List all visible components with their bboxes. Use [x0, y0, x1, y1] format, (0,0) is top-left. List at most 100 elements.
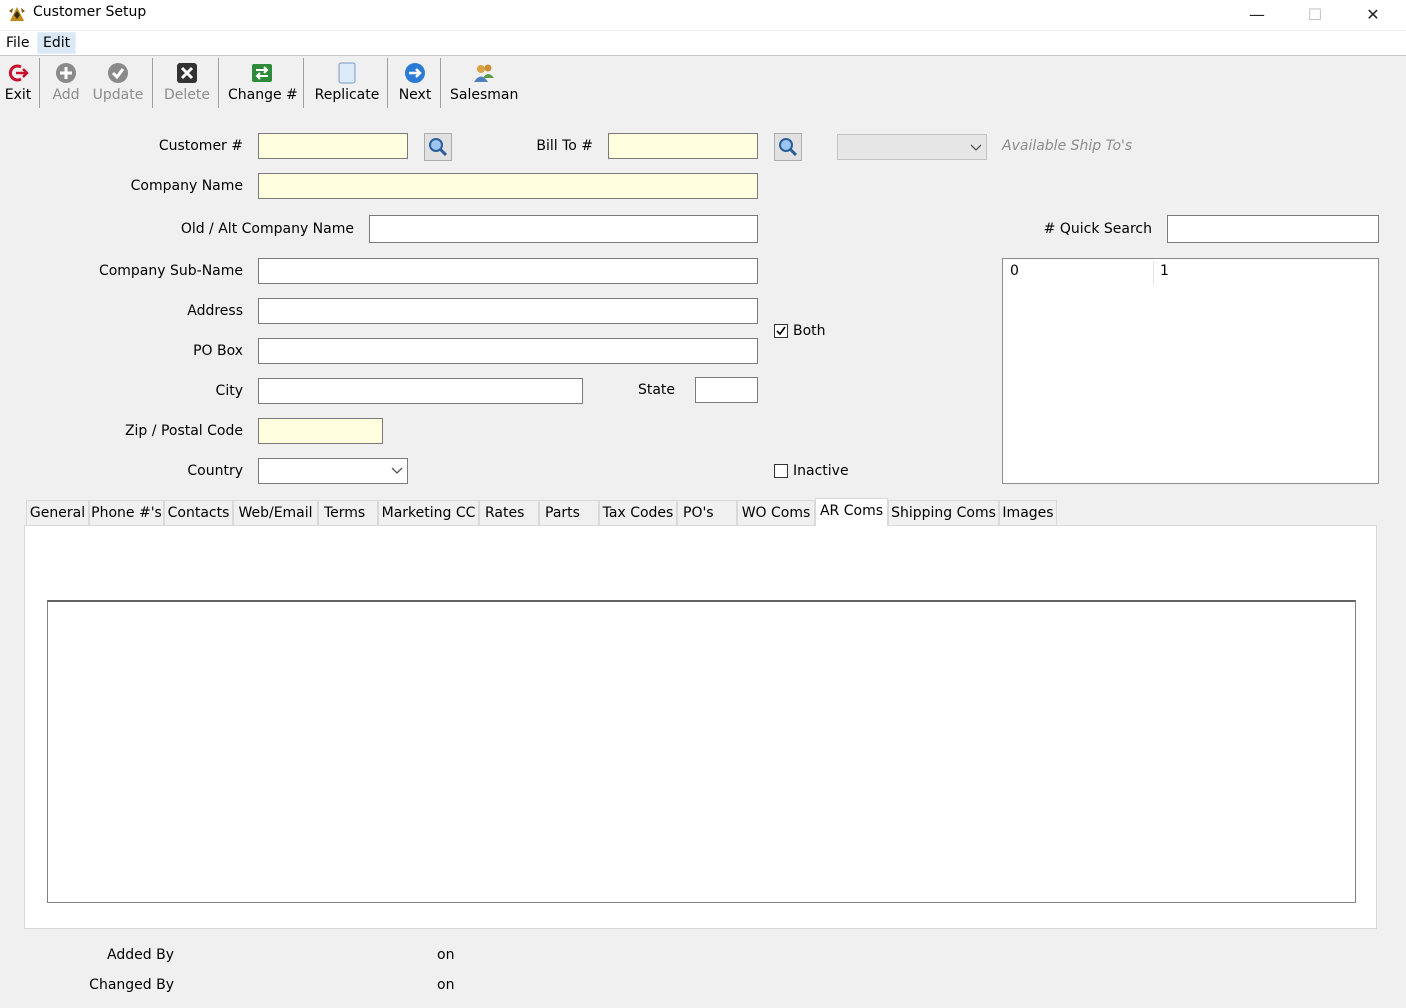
toolbar-separator — [39, 58, 40, 108]
exit-label: Exit — [4, 87, 32, 103]
maximize-icon: ☐ — [1307, 4, 1323, 24]
exit-button[interactable]: Exit — [2, 60, 34, 108]
delete-button[interactable]: Delete — [162, 60, 212, 108]
toolbar-separator — [152, 58, 153, 108]
replicate-label: Replicate — [314, 87, 380, 103]
users-icon — [474, 64, 494, 82]
list-column-header: 1 — [1160, 263, 1169, 279]
title-bar — [0, 0, 1406, 30]
replicate-button[interactable]: Replicate — [313, 60, 381, 108]
quick-search-label: # Quick Search — [1043, 221, 1152, 237]
update-button[interactable]: Update — [92, 60, 144, 108]
menu-bar — [0, 31, 1406, 56]
toolbar-separator — [440, 58, 441, 108]
tab-tax-codes[interactable]: Tax Codes — [599, 500, 677, 525]
toolbar-separator — [303, 58, 304, 108]
old-alt-company-label: Old / Alt Company Name — [180, 221, 354, 237]
checkmark-icon — [776, 326, 786, 336]
tab-general[interactable]: General — [26, 500, 89, 525]
ship-to-dropdown[interactable] — [837, 134, 987, 160]
chevron-down-icon — [391, 467, 403, 474]
zip-label: Zip / Postal Code — [124, 423, 243, 439]
ship-to-hint: Available Ship To's — [1002, 138, 1133, 154]
document-icon — [338, 62, 356, 84]
exit-icon — [8, 64, 29, 82]
change-number-label: Change # — [228, 87, 298, 103]
window-title: Customer Setup — [33, 4, 147, 20]
close-button[interactable]: ✕ — [1350, 0, 1396, 28]
country-label: Country — [187, 463, 243, 479]
po-box-input[interactable] — [258, 338, 758, 364]
tab-marketing-cc[interactable]: Marketing CC — [378, 500, 479, 525]
changed-on-label: on — [437, 977, 455, 993]
bill-to-lookup-button[interactable] — [774, 133, 802, 161]
toolbar-separator — [387, 58, 388, 108]
change-number-button[interactable]: Change # — [228, 60, 298, 108]
address-input[interactable] — [258, 298, 758, 324]
minimize-icon: — — [1249, 4, 1265, 24]
tab-rates[interactable]: Rates — [479, 500, 539, 525]
list-column-header: 0 — [1010, 263, 1019, 279]
salesman-button[interactable]: Salesman — [450, 60, 518, 108]
menu-file[interactable]: File — [1, 33, 34, 53]
company-name-label: Company Name — [130, 178, 243, 194]
customer-lookup-button[interactable] — [424, 133, 452, 161]
add-icon — [56, 63, 76, 83]
ar-comments-textarea[interactable] — [47, 600, 1356, 903]
company-name-input[interactable] — [258, 173, 758, 199]
both-checkbox[interactable] — [774, 324, 788, 338]
added-by-label: Added By — [107, 947, 174, 963]
maximize-button[interactable]: ☐ — [1292, 0, 1338, 28]
customer-number-input[interactable] — [258, 133, 408, 159]
toolbar-separator — [218, 58, 219, 108]
inactive-checkbox[interactable] — [774, 464, 788, 478]
state-input[interactable] — [695, 377, 758, 403]
next-button[interactable]: Next — [396, 60, 434, 108]
tab-parts[interactable]: Parts — [539, 500, 599, 525]
po-box-label: PO Box — [193, 343, 243, 359]
add-button[interactable]: Add — [48, 60, 84, 108]
delete-icon — [177, 63, 197, 83]
close-icon: ✕ — [1366, 4, 1380, 24]
tab-wo-coms[interactable]: WO Coms — [737, 500, 815, 525]
tab-terms[interactable]: Terms — [318, 500, 378, 525]
tab-shipping-coms[interactable]: Shipping Coms — [888, 500, 999, 525]
tab-phone[interactable]: Phone #'s — [89, 500, 164, 525]
column-divider — [1153, 261, 1154, 285]
tab-pos[interactable]: PO's — [677, 500, 737, 525]
tab-images[interactable]: Images — [999, 500, 1057, 525]
salesman-label: Salesman — [450, 87, 519, 103]
checkmark-icon — [108, 63, 128, 83]
app-icon — [8, 5, 26, 23]
chevron-down-icon — [970, 144, 982, 151]
country-dropdown[interactable] — [258, 458, 408, 484]
city-label: City — [215, 383, 243, 399]
both-label: Both — [793, 323, 826, 339]
magnifier-icon — [779, 138, 798, 157]
tab-web-email[interactable]: Web/Email — [233, 500, 318, 525]
delete-label: Delete — [164, 87, 210, 103]
tab-contacts[interactable]: Contacts — [164, 500, 233, 525]
city-input[interactable] — [258, 378, 583, 404]
quick-search-input[interactable] — [1167, 215, 1379, 243]
inactive-label: Inactive — [793, 463, 849, 479]
zip-input[interactable] — [258, 418, 383, 444]
update-label: Update — [92, 87, 144, 103]
bill-to-input[interactable] — [608, 133, 758, 159]
add-label: Add — [52, 87, 80, 103]
arrow-right-icon — [405, 63, 425, 83]
company-sub-name-label: Company Sub-Name — [98, 263, 243, 279]
menu-edit[interactable]: Edit — [37, 32, 77, 54]
state-label: State — [637, 382, 675, 398]
next-label: Next — [398, 87, 432, 103]
swap-icon — [252, 64, 272, 82]
old-alt-company-input[interactable] — [369, 215, 758, 243]
tab-ar-coms[interactable]: AR Coms — [815, 498, 888, 526]
minimize-button[interactable]: — — [1234, 0, 1280, 28]
customer-number-label: Customer # — [158, 138, 243, 154]
bill-to-label: Bill To # — [536, 138, 593, 154]
quick-search-results-list[interactable]: 0 1 — [1002, 258, 1379, 484]
company-sub-name-input[interactable] — [258, 258, 758, 284]
address-label: Address — [187, 303, 243, 319]
added-on-label: on — [437, 947, 455, 963]
